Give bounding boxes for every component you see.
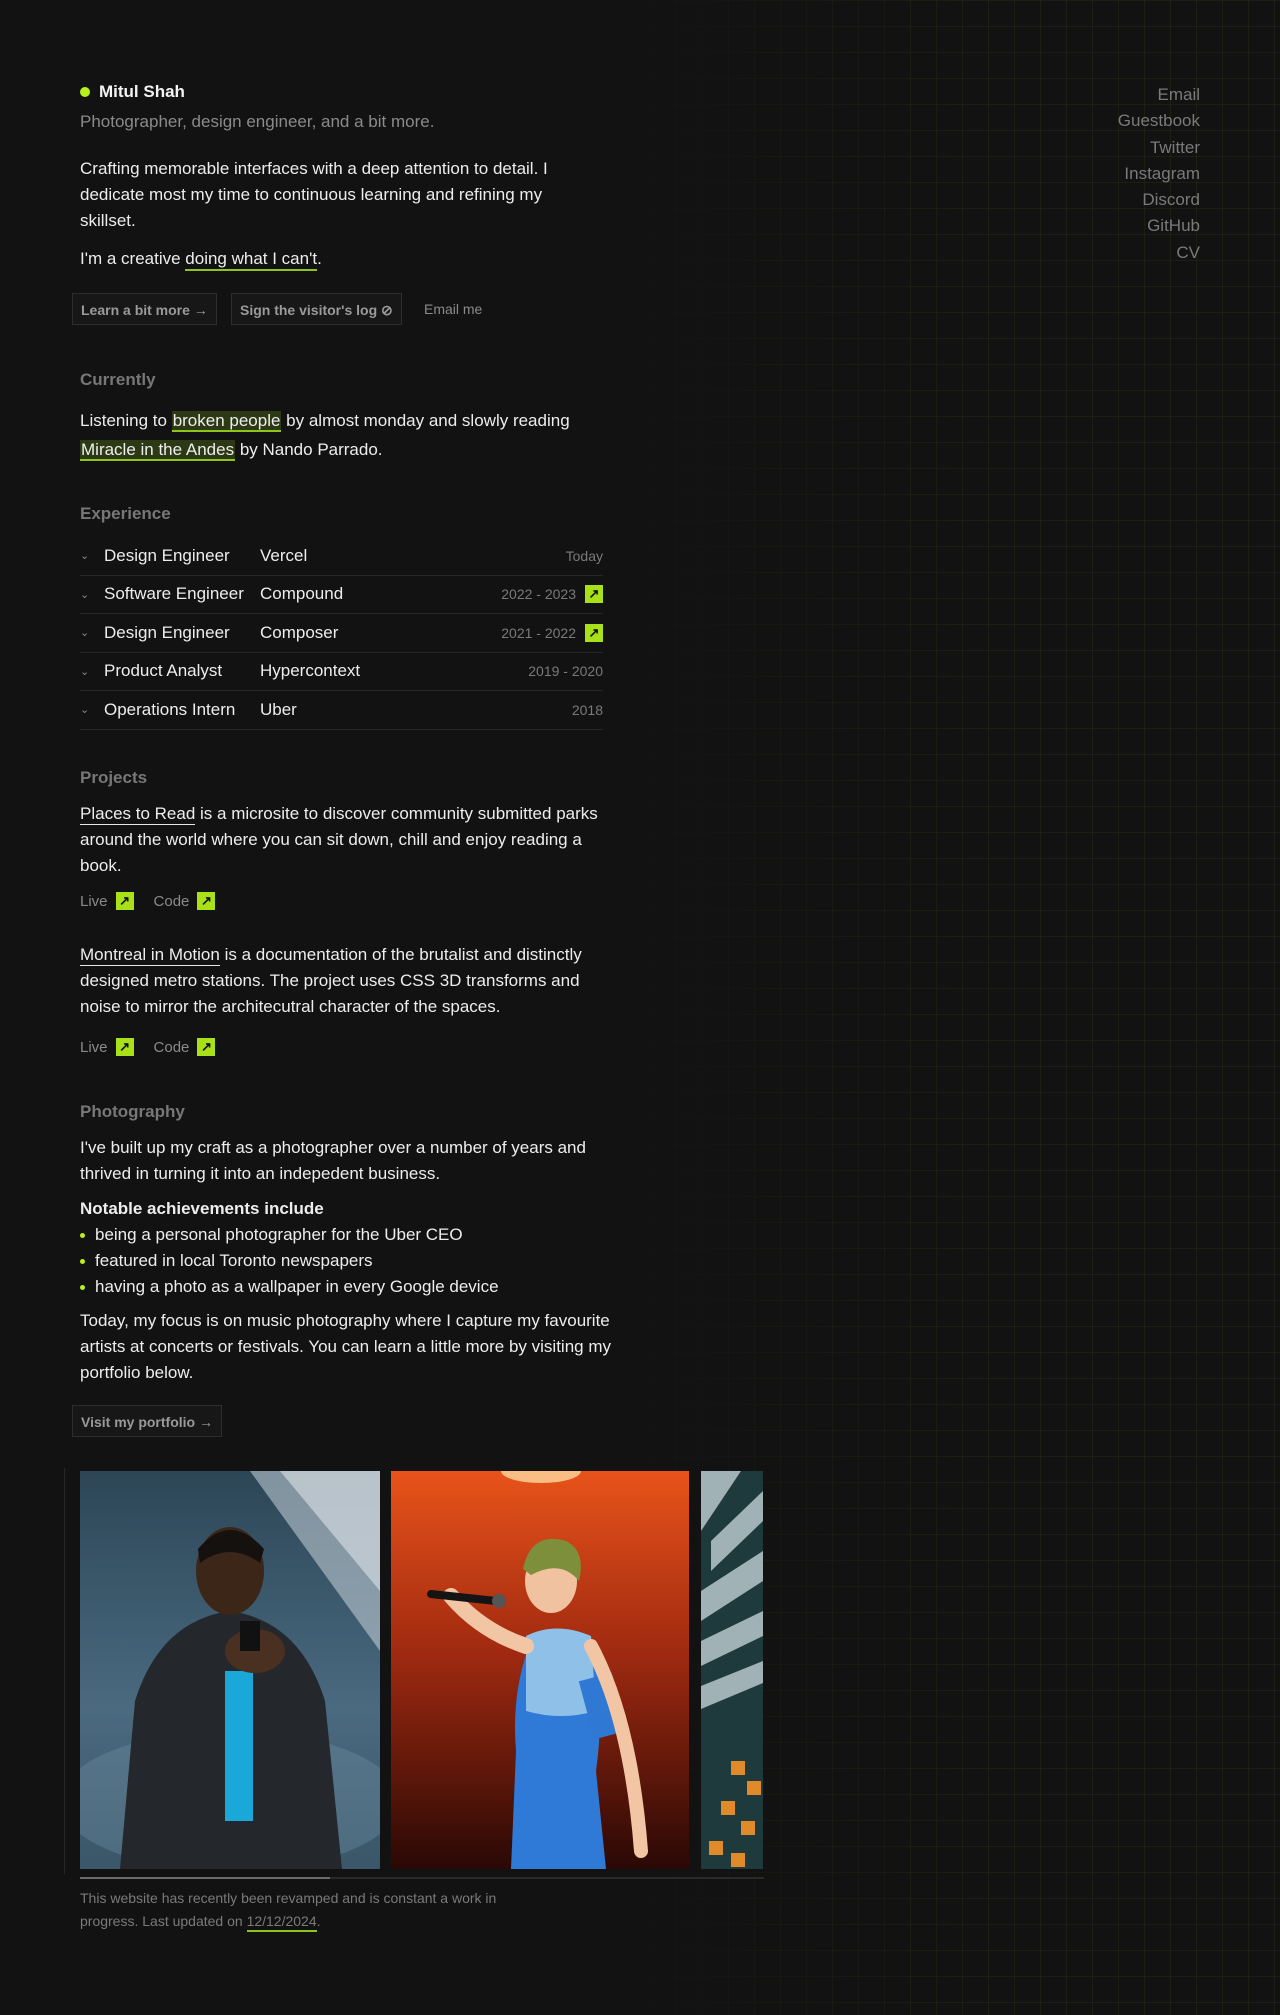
achievements-heading: Notable achievements include (80, 1199, 324, 1218)
nav-github[interactable]: GitHub (1118, 213, 1200, 239)
experience-heading: Experience (80, 504, 171, 523)
photo-singer-image (391, 1471, 689, 1869)
chevron-down-icon: ⌄ (80, 550, 90, 563)
social-nav: Email Guestbook Twitter Instagram Discor… (1118, 82, 1200, 266)
external-link-icon[interactable]: ↗ (585, 585, 603, 604)
experience-role: Product Analyst (104, 661, 223, 681)
concert-photo-3[interactable] (701, 1471, 763, 1869)
experience-role: Design Engineer (104, 545, 230, 565)
name-row: Mitul Shah (80, 82, 185, 102)
project-description: Montreal in Motion is a documentation of… (80, 942, 610, 1020)
external-link-icon[interactable]: ↗ (197, 1038, 216, 1056)
status-dot-icon (80, 87, 90, 97)
live-link[interactable]: Live (80, 1039, 108, 1056)
experience-company: Compound (260, 584, 344, 604)
project-links: Live ↗ Code ↗ (80, 892, 235, 910)
photography-heading: Photography (80, 1102, 185, 1121)
experience-row[interactable]: ⌄ Product Analyst Hypercontext 2019 - 20… (80, 653, 603, 691)
project-links: Live ↗ Code ↗ (80, 1038, 235, 1056)
nav-guestbook[interactable]: Guestbook (1118, 108, 1200, 134)
external-link-icon[interactable]: ↗ (115, 1038, 134, 1056)
project-link-places-to-read[interactable]: Places to Read (80, 804, 196, 825)
sign-log-button[interactable]: Sign the visitor's log ⊘ (231, 293, 402, 325)
experience-row[interactable]: ⌄ Design Engineer Composer 2021 - 2022 ↗ (80, 614, 603, 653)
experience-company: Uber (260, 699, 297, 719)
currently-t1: Listening to (80, 411, 172, 430)
intro-text: Crafting memorable interfaces with a dee… (80, 159, 548, 230)
list-item: having a photo as a wallpaper in every G… (80, 1274, 499, 1300)
photo-building-image (701, 1471, 763, 1869)
last-updated-link[interactable]: 12/12/2024 (246, 1913, 317, 1932)
experience-dates: 2022 - 2023 (501, 586, 576, 603)
experience-role: Design Engineer (104, 622, 230, 642)
experience-list: ⌄ Design Engineer Vercel Today ⌄ Softwar… (80, 537, 603, 730)
external-link-icon[interactable]: ↗ (115, 892, 134, 910)
footer-end: . (316, 1913, 321, 1929)
currently-t2: by almost monday and slowly reading (281, 411, 570, 430)
experience-dates: Today (565, 547, 603, 564)
creative-prefix: I'm a creative (80, 249, 186, 268)
learn-more-button[interactable]: Learn a bit more → (72, 293, 217, 325)
photo-rapper-image (80, 1471, 380, 1869)
profile-name: Mitul Shah (99, 82, 185, 101)
live-link[interactable]: Live (80, 893, 108, 910)
external-link-icon[interactable]: ↗ (585, 623, 603, 642)
achievements-list: being a personal photographer for the Ub… (80, 1222, 499, 1300)
chevron-down-icon: ⌄ (80, 588, 90, 601)
experience-row[interactable]: ⌄ Operations Intern Uber 2018 (80, 691, 603, 730)
currently-t3: by Nando Parrado. (235, 440, 383, 459)
photography-focus: Today, my focus is on music photography … (80, 1311, 612, 1382)
projects-heading: Projects (80, 768, 148, 787)
project-link-montreal-in-motion[interactable]: Montreal in Motion (80, 945, 220, 966)
project-description: Places to Read is a microsite to discove… (80, 801, 610, 879)
experience-company: Hypercontext (260, 661, 361, 681)
music-link[interactable]: broken people (171, 411, 282, 432)
creative-suffix: . (317, 249, 322, 268)
list-item: being a personal photographer for the Ub… (80, 1222, 499, 1248)
footer-note: This website has recently been revamped … (80, 1887, 500, 1933)
book-link[interactable]: Miracle in the Andes (80, 440, 236, 461)
carousel-scrollbar-thumb[interactable] (80, 1877, 330, 1879)
email-me-button[interactable]: Email me (424, 293, 482, 325)
experience-company: Vercel (260, 545, 308, 565)
nav-cv[interactable]: CV (1118, 240, 1200, 266)
currently-heading: Currently (80, 370, 156, 389)
chevron-down-icon: ⌄ (80, 704, 90, 717)
experience-row[interactable]: ⌄ Design Engineer Vercel Today (80, 537, 603, 576)
code-link[interactable]: Code (154, 893, 190, 910)
visit-portfolio-button[interactable]: Visit my portfolio → (72, 1405, 222, 1437)
creative-line: I'm a creative doing what I can't. (80, 246, 322, 272)
experience-role: Software Engineer (104, 584, 244, 604)
nav-twitter[interactable]: Twitter (1118, 135, 1200, 161)
chevron-down-icon: ⌄ (80, 627, 90, 640)
nav-instagram[interactable]: Instagram (1118, 161, 1200, 187)
experience-dates: 2018 (571, 701, 603, 718)
experience-company: Composer (260, 622, 339, 642)
list-item: featured in local Toronto newspapers (80, 1248, 499, 1274)
external-link-icon[interactable]: ↗ (197, 892, 216, 910)
code-link[interactable]: Code (154, 1039, 190, 1056)
currently-text: Listening to broken people by almost mon… (80, 406, 620, 464)
experience-role: Operations Intern (104, 699, 236, 719)
nav-email[interactable]: Email (1118, 82, 1200, 108)
concert-photo-2[interactable] (391, 1471, 689, 1869)
experience-dates: 2019 - 2020 (528, 663, 603, 680)
experience-row[interactable]: ⌄ Software Engineer Compound 2022 - 2023… (80, 576, 603, 614)
creative-link[interactable]: doing what I can't (185, 249, 318, 271)
nav-discord[interactable]: Discord (1118, 187, 1200, 213)
photography-intro: I've built up my craft as a photographer… (80, 1138, 586, 1183)
tagline: Photographer, design engineer, and a bit… (80, 112, 435, 131)
chevron-down-icon: ⌄ (80, 665, 90, 678)
concert-photo-1[interactable] (80, 1471, 380, 1869)
experience-dates: 2021 - 2022 (501, 624, 576, 641)
